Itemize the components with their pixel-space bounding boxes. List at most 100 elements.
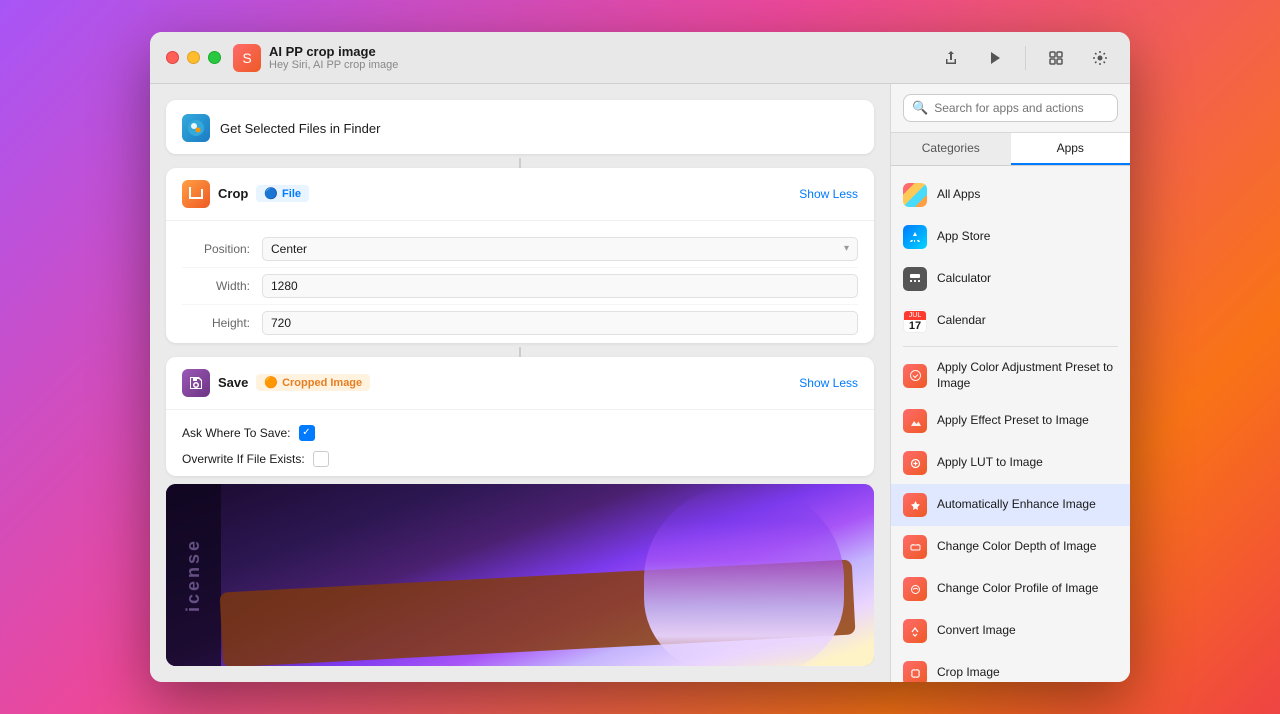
save-action-card: Save 🟠 Cropped Image Show Less Ask Where… bbox=[166, 357, 874, 477]
action-label-4: Change Color Depth of Image bbox=[937, 539, 1096, 555]
position-label: Position: bbox=[182, 242, 262, 256]
action-item-2[interactable]: Apply LUT to Image bbox=[891, 442, 1130, 484]
action-label-2: Apply LUT to Image bbox=[937, 455, 1043, 471]
app-store-icon bbox=[903, 225, 927, 249]
settings-button[interactable] bbox=[1086, 44, 1114, 72]
calculator-item[interactable]: Calculator bbox=[891, 258, 1130, 300]
right-panel-content: All Apps App Store bbox=[891, 166, 1130, 682]
action-icon-1 bbox=[903, 409, 927, 433]
action-item-1[interactable]: Apply Effect Preset to Image bbox=[891, 400, 1130, 442]
action-icon-7 bbox=[903, 661, 927, 682]
titlebar: S AI PP crop image Hey Siri, AI PP crop … bbox=[150, 32, 1130, 84]
library-button[interactable] bbox=[1042, 44, 1070, 72]
action-item-0[interactable]: Apply Color Adjustment Preset to Image bbox=[891, 351, 1130, 400]
main-window: S AI PP crop image Hey Siri, AI PP crop … bbox=[150, 32, 1130, 682]
search-icon: 🔍 bbox=[912, 100, 928, 116]
calculator-icon bbox=[903, 267, 927, 291]
action-item-4[interactable]: Change Color Depth of Image bbox=[891, 526, 1130, 568]
crop-action-card: Crop 🔵 File Show Less Position: Center ▾ bbox=[166, 168, 874, 343]
finder-action-row[interactable]: Get Selected Files in Finder bbox=[166, 100, 874, 154]
main-content: Get Selected Files in Finder Crop bbox=[150, 84, 1130, 682]
app-store-item[interactable]: App Store bbox=[891, 216, 1130, 258]
show-less-save[interactable]: Show Less bbox=[799, 376, 858, 390]
position-select[interactable]: Center ▾ bbox=[262, 237, 858, 261]
close-button[interactable] bbox=[166, 51, 179, 64]
action-icon-6 bbox=[903, 619, 927, 643]
title-info: AI PP crop image Hey Siri, AI PP crop im… bbox=[269, 44, 398, 71]
traffic-lights bbox=[166, 51, 221, 64]
action-icon-2 bbox=[903, 451, 927, 475]
calendar-date: 17 bbox=[909, 320, 921, 332]
preview-image: icense bbox=[166, 484, 874, 666]
fullscreen-button[interactable] bbox=[208, 51, 221, 64]
tab-apps[interactable]: Apps bbox=[1011, 133, 1131, 165]
crop-icon bbox=[182, 180, 210, 208]
overwrite-label: Overwrite If File Exists: bbox=[182, 452, 305, 466]
finder-action-label: Get Selected Files in Finder bbox=[220, 121, 380, 136]
cropped-badge: 🟠 Cropped Image bbox=[256, 374, 370, 391]
calendar-label: Calendar bbox=[937, 313, 986, 329]
show-less-crop[interactable]: Show Less bbox=[799, 187, 858, 201]
tab-categories[interactable]: Categories bbox=[891, 133, 1011, 165]
window-subtitle: Hey Siri, AI PP crop image bbox=[269, 59, 398, 71]
height-input[interactable]: 720 bbox=[262, 311, 858, 335]
finder-icon bbox=[182, 114, 210, 142]
overwrite-row: Overwrite If File Exists: bbox=[182, 446, 858, 472]
width-label: Width: bbox=[182, 279, 262, 293]
width-field[interactable]: 1280 bbox=[271, 279, 849, 293]
right-panel: 🔍 Categories Apps All Apps bbox=[890, 84, 1130, 682]
ask-where-checkbox[interactable]: ✓ bbox=[299, 425, 315, 441]
all-apps-item[interactable]: All Apps bbox=[891, 174, 1130, 216]
action-item-6[interactable]: Convert Image bbox=[891, 610, 1130, 652]
license-panel: icense bbox=[166, 484, 221, 666]
connector-mid bbox=[166, 347, 874, 357]
action-label-7: Crop Image bbox=[937, 665, 1000, 681]
calendar-icon: JUL 17 bbox=[903, 309, 927, 333]
height-field[interactable]: 720 bbox=[271, 316, 849, 330]
app-icon: S bbox=[233, 44, 261, 72]
action-label-5: Change Color Profile of Image bbox=[937, 581, 1098, 597]
titlebar-actions bbox=[937, 44, 1114, 72]
window-title: AI PP crop image bbox=[269, 44, 398, 59]
action-icon-4 bbox=[903, 535, 927, 559]
right-panel-header: 🔍 bbox=[891, 84, 1130, 133]
action-label-3: Automatically Enhance Image bbox=[937, 497, 1096, 513]
right-panel-tabs: Categories Apps bbox=[891, 133, 1130, 166]
position-chevron: ▾ bbox=[844, 243, 849, 254]
action-label-0: Apply Color Adjustment Preset to Image bbox=[937, 360, 1118, 391]
divider-apps-actions bbox=[903, 346, 1118, 347]
ask-where-row: Ask Where To Save: ✓ bbox=[182, 420, 858, 446]
finder-action-card: Get Selected Files in Finder bbox=[166, 100, 874, 154]
height-row: Height: 720 bbox=[182, 305, 858, 341]
action-item-5[interactable]: Change Color Profile of Image bbox=[891, 568, 1130, 610]
preview-image-card: icense ▭ ≡ bbox=[166, 484, 874, 666]
calendar-item[interactable]: JUL 17 Calendar bbox=[891, 300, 1130, 342]
action-icon-5 bbox=[903, 577, 927, 601]
width-row: Width: 1280 bbox=[182, 268, 858, 305]
action-item-3[interactable]: Automatically Enhance Image bbox=[891, 484, 1130, 526]
action-icon-3 bbox=[903, 493, 927, 517]
save-icon bbox=[182, 369, 210, 397]
all-apps-icon bbox=[903, 183, 927, 207]
connector-top bbox=[166, 158, 874, 168]
crop-card-header: Crop 🔵 File Show Less bbox=[166, 168, 874, 221]
share-button[interactable] bbox=[937, 44, 965, 72]
action-label-6: Convert Image bbox=[937, 623, 1016, 639]
search-input[interactable] bbox=[934, 101, 1109, 115]
calculator-label: Calculator bbox=[937, 271, 991, 287]
all-apps-label: All Apps bbox=[937, 187, 980, 203]
character-silhouette bbox=[644, 484, 844, 666]
ask-where-label: Ask Where To Save: bbox=[182, 426, 291, 440]
minimize-button[interactable] bbox=[187, 51, 200, 64]
save-fields: Ask Where To Save: ✓ Overwrite If File E… bbox=[166, 410, 874, 477]
width-input[interactable]: 1280 bbox=[262, 274, 858, 298]
play-button[interactable] bbox=[981, 44, 1009, 72]
app-store-label: App Store bbox=[937, 229, 990, 245]
save-label: Save bbox=[218, 375, 248, 390]
action-icon-0 bbox=[903, 364, 927, 388]
action-item-7[interactable]: Crop Image bbox=[891, 652, 1130, 682]
file-badge: 🔵 File bbox=[256, 185, 309, 202]
overwrite-checkbox[interactable] bbox=[313, 451, 329, 467]
save-card-header: Save 🟠 Cropped Image Show Less bbox=[166, 357, 874, 410]
action-label-1: Apply Effect Preset to Image bbox=[937, 413, 1089, 429]
